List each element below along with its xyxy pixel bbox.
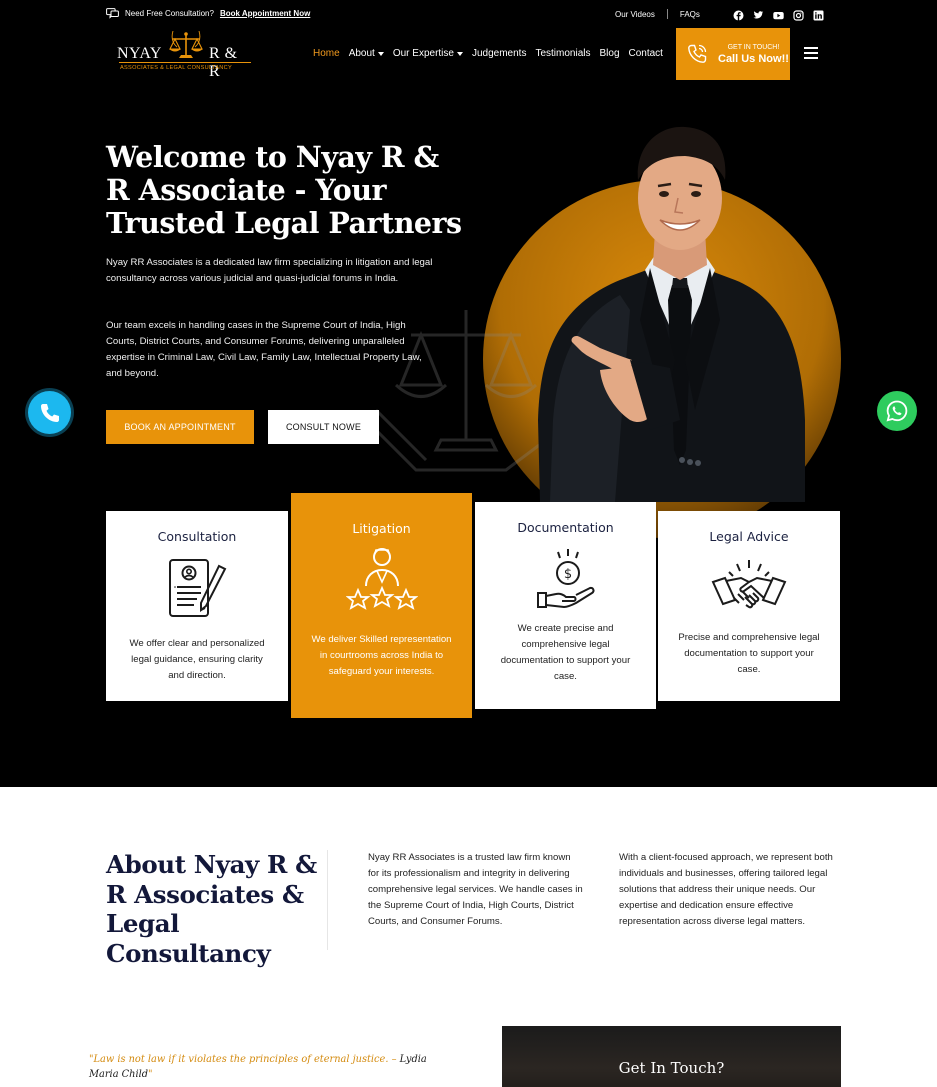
our-videos-link[interactable]: Our Videos xyxy=(615,10,655,19)
quote-close: " xyxy=(148,1069,153,1080)
nav-blog[interactable]: Blog xyxy=(599,48,619,59)
nav-home-label: Home xyxy=(313,48,340,59)
service-title: Legal Advice xyxy=(709,529,789,544)
logo-underline xyxy=(119,62,251,63)
nav-testimonials-label: Testimonials xyxy=(535,48,591,59)
about-divider xyxy=(327,850,328,950)
money-hand-icon: $ xyxy=(536,549,594,609)
service-description: We create precise and comprehensive lega… xyxy=(500,623,631,682)
faqs-link[interactable]: FAQs xyxy=(680,10,700,19)
call-cta-text: GET IN TOUCH! Call Us Now!! xyxy=(718,44,789,65)
svg-text:$: $ xyxy=(563,567,571,582)
hero-intro-paragraph: Nyay RR Associates is a dedicated law fi… xyxy=(106,257,433,284)
caret-down-icon xyxy=(456,51,463,56)
service-description: Precise and comprehensive legal document… xyxy=(678,632,820,675)
whatsapp-button[interactable] xyxy=(877,391,917,431)
nav-about-label: About xyxy=(348,48,375,59)
whatsapp-icon xyxy=(886,400,908,422)
nav-expertise-label: Our Expertise xyxy=(392,48,454,59)
chat-icon xyxy=(106,8,119,19)
call-us-now-button[interactable]: GET IN TOUCH! Call Us Now!! xyxy=(676,28,790,80)
service-title: Consultation xyxy=(157,529,237,544)
about-title: About Nyay R & R Associates & Legal Cons… xyxy=(106,850,317,968)
instagram-icon[interactable] xyxy=(793,8,804,21)
logo-text-left: NYAY xyxy=(117,45,162,62)
divider xyxy=(666,9,668,19)
nav-about[interactable]: About xyxy=(349,48,384,59)
service-description: We deliver Skilled representation in cou… xyxy=(311,634,452,677)
menu-icon[interactable] xyxy=(804,47,818,59)
consult-now-button[interactable]: CONSULT NOWE xyxy=(268,410,379,444)
hero-section: Need Free Consultation? Book Appointment… xyxy=(0,0,937,787)
top-bar: Need Free Consultation? Book Appointment… xyxy=(0,0,937,28)
consultation-notice: Need Free Consultation? Book Appointment… xyxy=(106,8,310,19)
menu-bar xyxy=(804,57,818,59)
nav-testimonials[interactable]: Testimonials xyxy=(535,48,590,59)
service-title: Litigation xyxy=(352,521,411,536)
menu-bar xyxy=(804,52,818,54)
nav-contact-label: Contact xyxy=(628,48,663,59)
logo[interactable]: NYAY R & R ASSOCIATES & LEGAL CONSULTANC… xyxy=(117,31,253,80)
about-column-1: Nyay RR Associates is a trusted law firm… xyxy=(368,852,583,927)
quote-block: "Law is not law if it violates the princ… xyxy=(89,1052,449,1082)
facebook-icon[interactable] xyxy=(733,8,744,21)
handshake-icon xyxy=(711,560,787,609)
lawyer-portrait-image xyxy=(538,126,805,502)
phone-icon xyxy=(688,44,707,63)
book-appointment-link[interactable]: Book Appointment Now xyxy=(220,9,310,18)
nav-our-expertise[interactable]: Our Expertise xyxy=(393,48,463,59)
consultation-text: Need Free Consultation? xyxy=(125,9,214,18)
service-card-litigation[interactable]: Litigation We deliver Skilled representa… xyxy=(291,493,472,718)
hero-title: Welcome to Nyay R & R Associate - Your T… xyxy=(106,140,462,240)
service-description: We offer clear and personalized legal gu… xyxy=(129,638,265,681)
nav-blog-label: Blog xyxy=(599,48,620,59)
nav-judgements-label: Judgements xyxy=(471,48,527,59)
scales-of-justice-icon xyxy=(169,31,203,58)
get-in-touch-title: Get In Touch? xyxy=(618,1059,725,1077)
social-links xyxy=(733,8,824,21)
nav-judgements[interactable]: Judgements xyxy=(472,48,526,59)
service-card-documentation[interactable]: Documentation $ We create precise and co… xyxy=(475,502,656,709)
twitter-icon[interactable] xyxy=(753,8,764,19)
get-in-touch-panel: Get In Touch? xyxy=(502,1026,841,1087)
about-column-2: With a client-focused approach, we repre… xyxy=(619,852,833,927)
floating-call-button[interactable] xyxy=(28,391,71,434)
phone-icon xyxy=(40,403,59,422)
linkedin-icon[interactable] xyxy=(813,8,824,21)
quote-text: "Law is not law if it violates the princ… xyxy=(89,1054,397,1065)
top-links: Our Videos FAQs xyxy=(615,9,700,19)
menu-bar xyxy=(804,47,818,49)
hero-expertise-paragraph: Our team excels in handling cases in the… xyxy=(106,320,422,379)
service-card-consultation[interactable]: Consultation We offer clear and personal… xyxy=(106,511,288,701)
logo-text-right: R & R xyxy=(209,45,238,80)
consultation-document-icon xyxy=(169,559,227,617)
service-title: Documentation xyxy=(517,520,614,535)
service-card-legal-advice[interactable]: Legal Advice Precise and comprehensive l… xyxy=(658,511,840,701)
main-nav: Home About Our Expertise Judgements Test… xyxy=(313,48,663,59)
lawyer-rating-icon xyxy=(345,548,418,610)
youtube-icon[interactable] xyxy=(773,8,784,20)
book-appointment-button[interactable]: BOOK AN APPOINTMENT xyxy=(106,410,254,444)
nav-home[interactable]: Home xyxy=(313,48,340,59)
call-cta-line2: Call Us Now!! xyxy=(718,52,789,65)
logo-tagline: ASSOCIATES & LEGAL CONSULTANCY xyxy=(120,65,232,71)
nav-contact[interactable]: Contact xyxy=(629,48,663,59)
caret-down-icon xyxy=(377,51,384,56)
call-cta-line1: GET IN TOUCH! xyxy=(727,43,780,51)
